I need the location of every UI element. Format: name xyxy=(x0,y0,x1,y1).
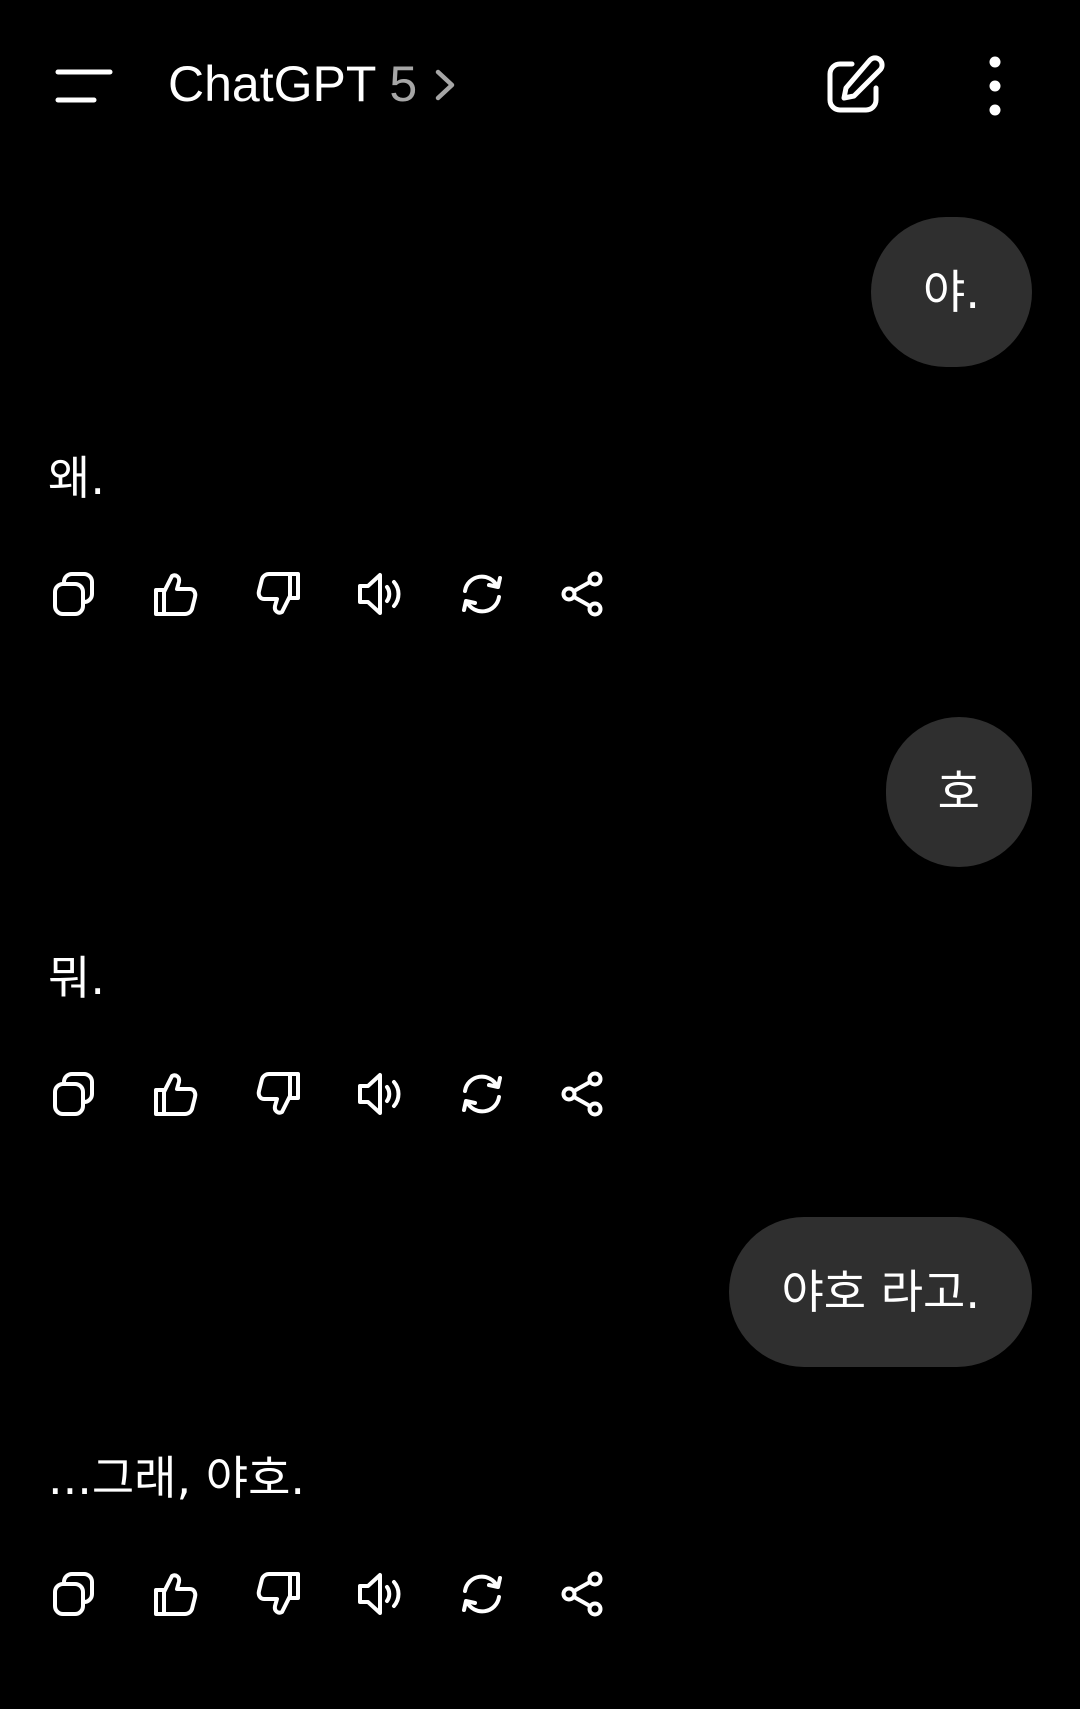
read-aloud-icon xyxy=(358,1073,401,1115)
read-aloud-icon xyxy=(358,573,401,615)
thumbs-down-icon xyxy=(256,572,300,615)
bad-response-button[interactable] xyxy=(248,1564,308,1624)
thumbs-up-icon xyxy=(154,573,198,616)
message-actions xyxy=(44,1064,624,1124)
menu-button[interactable] xyxy=(40,44,130,128)
thumbs-down-icon xyxy=(256,1572,300,1615)
regenerate-icon xyxy=(462,1574,502,1614)
good-response-button[interactable] xyxy=(146,1064,206,1124)
assistant-message: 뭐. xyxy=(48,951,105,1005)
read-aloud-button[interactable] xyxy=(350,564,410,624)
read-aloud-button[interactable] xyxy=(350,1564,410,1624)
regenerate-icon xyxy=(462,1074,502,1114)
regenerate-icon xyxy=(462,574,502,614)
bad-response-button[interactable] xyxy=(248,564,308,624)
good-response-button[interactable] xyxy=(146,564,206,624)
thumbs-up-icon xyxy=(154,1073,198,1116)
share-button[interactable] xyxy=(552,564,612,624)
regenerate-button[interactable] xyxy=(452,564,512,624)
edit-icon xyxy=(827,55,885,113)
assistant-message: ...그래, 야호. xyxy=(48,1451,306,1505)
top-bar: ChatGPT 5 xyxy=(0,0,1080,170)
good-response-button[interactable] xyxy=(146,1564,206,1624)
read-aloud-button[interactable] xyxy=(350,1064,410,1124)
user-message: 야. xyxy=(871,217,1032,367)
share-icon xyxy=(561,1071,603,1117)
new-chat-button[interactable] xyxy=(818,50,890,122)
copy-icon xyxy=(53,1572,94,1616)
copy-button[interactable] xyxy=(44,1564,104,1624)
regenerate-button[interactable] xyxy=(452,1564,512,1624)
user-message-text: 야호 라고. xyxy=(781,1265,980,1319)
copy-icon xyxy=(53,1072,94,1116)
user-message: 호 xyxy=(885,717,1032,867)
read-aloud-icon xyxy=(358,1573,401,1615)
chevron-right-icon[interactable] xyxy=(430,62,460,108)
share-button[interactable] xyxy=(552,1564,612,1624)
model-version: 5 xyxy=(389,56,418,112)
model-selector[interactable]: ChatGPT 5 xyxy=(168,52,417,116)
assistant-message: 왜. xyxy=(48,451,105,505)
copy-button[interactable] xyxy=(44,564,104,624)
app-title: ChatGPT xyxy=(168,56,376,112)
message-actions xyxy=(44,564,624,624)
regenerate-button[interactable] xyxy=(452,1064,512,1124)
share-button[interactable] xyxy=(552,1064,612,1124)
user-message-text: 야. xyxy=(923,265,980,319)
more-vertical-icon xyxy=(989,56,1001,116)
copy-button[interactable] xyxy=(44,1064,104,1124)
bad-response-button[interactable] xyxy=(248,1064,308,1124)
menu-icon xyxy=(55,69,113,103)
more-options-button[interactable] xyxy=(970,50,1020,122)
copy-icon xyxy=(53,572,94,616)
message-actions xyxy=(44,1564,624,1624)
thumbs-up-icon xyxy=(154,1573,198,1616)
user-message: 야호 라고. xyxy=(729,1217,1032,1367)
share-icon xyxy=(561,571,603,617)
share-icon xyxy=(561,1571,603,1617)
user-message-text: 호 xyxy=(937,765,980,819)
thumbs-down-icon xyxy=(256,1072,300,1115)
